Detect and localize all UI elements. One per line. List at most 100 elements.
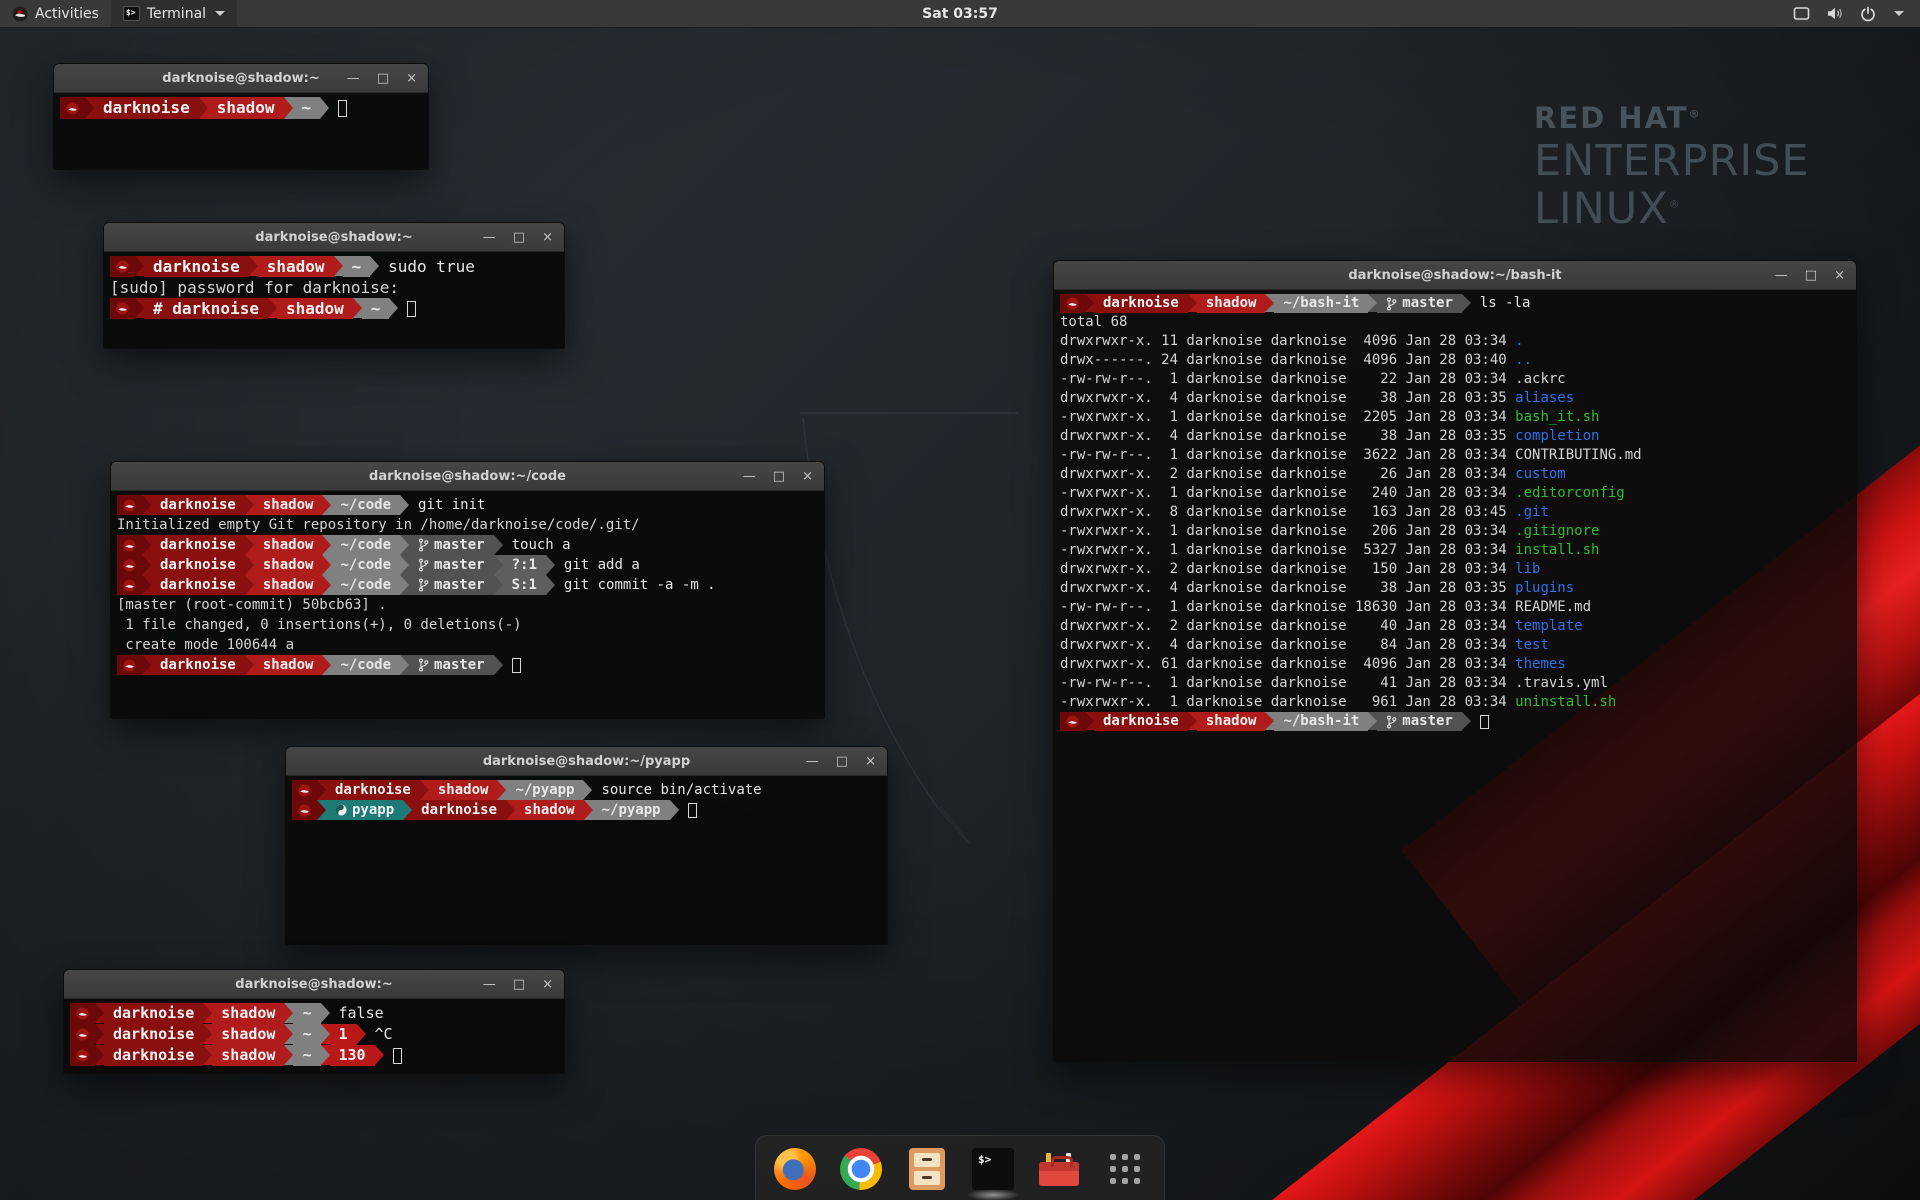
maximize-button[interactable]: □: [377, 72, 389, 85]
file-name: test: [1515, 637, 1549, 653]
maximize-button[interactable]: □: [773, 470, 785, 483]
prompt-segment-git-status: S:1: [503, 575, 546, 595]
clock[interactable]: Sat 03:57: [922, 6, 998, 22]
close-button[interactable]: ×: [542, 231, 553, 244]
terminal-content[interactable]: darknoiseshadow~/pyappsource bin/activat…: [286, 776, 887, 944]
file-metadata: drwxrwxr-x. 4 darknoise darknoise 84 Jan…: [1060, 637, 1515, 653]
window-title: darknoise@shadow:~/bash-it: [1348, 268, 1561, 283]
terminal-prompt-line: darknoiseshadow~/codemaster?:1git add a: [117, 555, 818, 575]
minimize-button[interactable]: —: [743, 470, 756, 483]
close-button[interactable]: ×: [865, 755, 876, 768]
terminal-content[interactable]: darknoiseshadow~sudo true[sudo] password…: [104, 252, 564, 348]
system-status-area[interactable]: [1785, 0, 1912, 27]
prompt-separator: [245, 535, 254, 555]
minimize-button[interactable]: —: [1775, 269, 1788, 282]
file-metadata: -rw-rw-r--. 1 darknoise darknoise 22 Jan…: [1060, 371, 1515, 387]
file-list-row: drwxrwxr-x. 2 darknoise darknoise 26 Jan…: [1060, 465, 1850, 484]
file-list-row: -rwxrwxr-x. 1 darknoise darknoise 206 Ja…: [1060, 522, 1850, 541]
window-titlebar[interactable]: darknoise@shadow:~/bash-it — □ ×: [1054, 261, 1856, 290]
window-titlebar[interactable]: darknoise@shadow:~ — □ ×: [54, 64, 428, 93]
terminal-output-line: [master (root-commit) 50bcb63] .: [117, 595, 818, 615]
terminal-cursor: [338, 100, 347, 117]
prompt-segment-host: shadow: [277, 298, 353, 319]
minimize-button[interactable]: —: [347, 72, 360, 85]
file-metadata: -rwxrwxr-x. 1 darknoise darknoise 961 Ja…: [1060, 694, 1515, 710]
terminal-output-line: 1 file changed, 0 insertions(+), 0 delet…: [117, 615, 818, 635]
file-name: completion: [1515, 428, 1599, 444]
terminal-output-line: [sudo] password for darknoise:: [110, 277, 558, 298]
prompt-segment-host: shadow: [212, 1003, 284, 1024]
rhel-watermark: RED HAT® ENTERPRISE LINUX®: [1534, 104, 1810, 231]
activities-label: Activities: [35, 6, 99, 22]
activities-button[interactable]: Activities: [0, 0, 111, 27]
volume-icon: [1826, 6, 1844, 21]
prompt-separator: [375, 1045, 384, 1065]
minimize-button[interactable]: —: [483, 978, 496, 991]
dock-item-firefox[interactable]: [774, 1148, 816, 1190]
window-title: darknoise@shadow:~: [162, 71, 319, 86]
terminal-cursor: [393, 1048, 402, 1064]
command-text: false: [339, 1003, 384, 1024]
prompt-separator: [546, 575, 555, 595]
file-name: .gitignore: [1515, 523, 1599, 539]
prompt-segment-venv: pyapp: [326, 800, 403, 820]
window-titlebar[interactable]: darknoise@shadow:~ — □ ×: [104, 223, 564, 252]
minimize-button[interactable]: —: [806, 755, 819, 768]
close-button[interactable]: ×: [542, 978, 553, 991]
dock-item-files[interactable]: [906, 1148, 948, 1190]
file-list-row: drwxrwxr-x. 61 darknoise darknoise 4096 …: [1060, 655, 1850, 674]
prompt-separator: [403, 800, 412, 820]
prompt-separator: [400, 535, 409, 555]
prompt-segment-host: shadow: [212, 1024, 284, 1045]
prompt-separator: [142, 555, 151, 575]
window-titlebar[interactable]: darknoise@shadow:~/pyapp — □ ×: [286, 747, 887, 776]
file-list-row: -rw-rw-r--. 1 darknoise darknoise 22 Jan…: [1060, 370, 1850, 389]
dock-item-terminal[interactable]: $>: [972, 1148, 1014, 1190]
prompt-distro-icon: [70, 1024, 95, 1045]
window-title: darknoise@shadow:~/pyapp: [483, 754, 690, 769]
file-name: plugins: [1515, 580, 1574, 596]
prompt-distro-icon: [292, 780, 317, 800]
prompt-separator: [321, 1003, 330, 1023]
close-button[interactable]: ×: [802, 470, 813, 483]
file-name: custom: [1515, 466, 1566, 482]
prompt-segment-user: darknoise: [151, 655, 245, 675]
top-bar: Activities $> Terminal Sat 03:57: [0, 0, 1920, 28]
prompt-distro-icon: [70, 1045, 95, 1066]
prompt-separator: [142, 535, 151, 555]
prompt-separator: [506, 800, 515, 820]
file-metadata: -rw-rw-r--. 1 darknoise darknoise 3622 J…: [1060, 447, 1515, 463]
terminal-content[interactable]: darknoiseshadow~: [54, 93, 428, 169]
power-icon: [1860, 6, 1876, 22]
maximize-button[interactable]: □: [836, 755, 848, 768]
prompt-distro-icon: [292, 800, 317, 820]
terminal-prompt-line: darknoiseshadow~false: [70, 1003, 558, 1024]
command-text: ls -la: [1480, 294, 1531, 313]
prompt-separator: [400, 575, 409, 595]
maximize-button[interactable]: □: [513, 978, 525, 991]
close-button[interactable]: ×: [1834, 269, 1845, 282]
app-menu-terminal[interactable]: $> Terminal: [111, 0, 237, 27]
dock-item-show-applications[interactable]: [1104, 1148, 1146, 1190]
window-titlebar[interactable]: darknoise@shadow:~/code — □ ×: [111, 462, 824, 491]
maximize-button[interactable]: □: [513, 231, 525, 244]
window-titlebar[interactable]: darknoise@shadow:~ — □ ×: [64, 970, 564, 999]
file-metadata: drwxrwxr-x. 4 darknoise darknoise 38 Jan…: [1060, 580, 1515, 596]
maximize-button[interactable]: □: [1805, 269, 1817, 282]
terminal-cursor: [688, 803, 697, 818]
file-name: CONTRIBUTING.md: [1515, 447, 1641, 463]
terminal-window-bash-it: darknoise@shadow:~/bash-it — □ × darknoi…: [1053, 260, 1857, 1062]
prompt-separator: [142, 575, 151, 595]
prompt-segment-git: master: [1377, 294, 1462, 313]
minimize-button[interactable]: —: [483, 231, 496, 244]
terminal-content[interactable]: darknoiseshadow~/codegit initInitialized…: [111, 491, 824, 718]
close-button[interactable]: ×: [406, 72, 417, 85]
dock-item-toolbox[interactable]: [1038, 1148, 1080, 1190]
terminal-content[interactable]: darknoiseshadow~falsedarknoiseshadow~1^C…: [64, 999, 564, 1073]
dock-item-chrome[interactable]: [840, 1148, 882, 1190]
prompt-segment-path: ~/bash-it: [1274, 294, 1368, 313]
terminal-content[interactable]: darknoiseshadow~/bash-itmasterls -latota…: [1054, 290, 1856, 1061]
terminal-prompt-line: pyappdarknoiseshadow~/pyapp: [292, 800, 881, 820]
file-cabinet-icon: [909, 1148, 945, 1190]
file-metadata: -rwxrwxr-x. 1 darknoise darknoise 240 Ja…: [1060, 485, 1515, 501]
